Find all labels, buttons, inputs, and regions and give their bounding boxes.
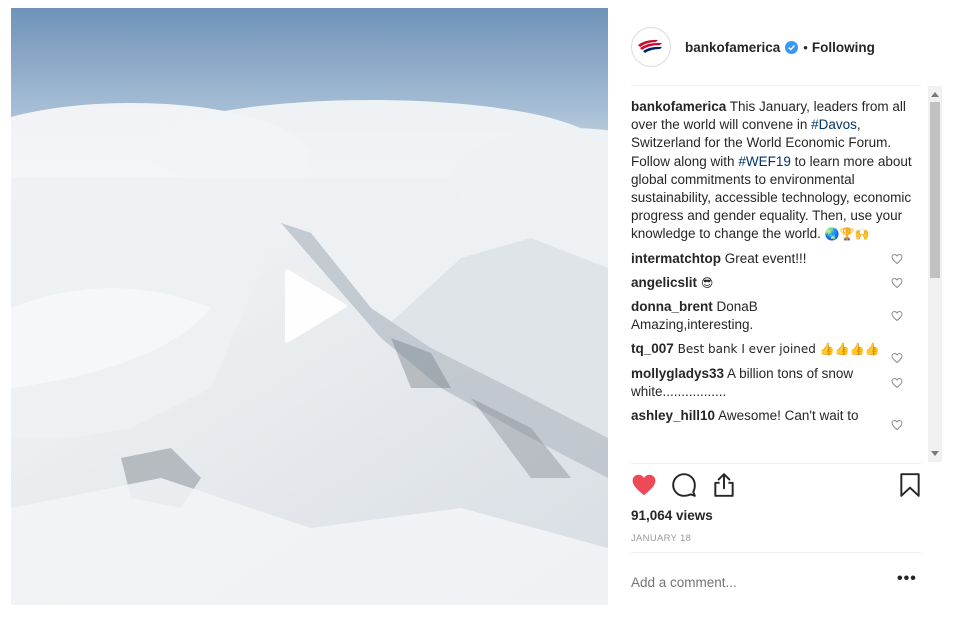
comment-username[interactable]: donna_brent <box>631 299 713 314</box>
comment: mollygladys33 A billion tons of snow whi… <box>631 365 921 401</box>
comment-text: 😎 <box>697 275 714 290</box>
comments-scrollbar[interactable] <box>928 86 942 462</box>
scroll-down-arrow-icon[interactable] <box>931 451 939 456</box>
more-options-icon[interactable]: ••• <box>897 570 917 588</box>
comment: angelicslit 😎 <box>631 274 921 292</box>
post-header: bankofamerica • Following <box>631 26 921 68</box>
share-icon[interactable] <box>711 472 737 498</box>
header-username[interactable]: bankofamerica <box>685 40 780 55</box>
heart-outline-icon[interactable] <box>891 253 903 265</box>
scrollbar-thumb[interactable] <box>930 102 940 278</box>
heart-outline-icon[interactable] <box>891 352 903 364</box>
comment: intermatchtop Great event!!! <box>631 250 921 268</box>
heart-outline-icon[interactable] <box>891 310 903 322</box>
play-icon[interactable] <box>281 266 351 346</box>
comment: ashley_hill10 Awesome! Can't wait to <box>631 407 921 431</box>
comment-username[interactable]: intermatchtop <box>631 251 721 266</box>
following-button[interactable]: Following <box>812 40 875 55</box>
comments-list[interactable]: bankofamerica This January, leaders from… <box>631 98 921 462</box>
divider <box>631 463 921 464</box>
caption-emojis: 🌏🏆🙌 <box>824 227 870 242</box>
comment-username[interactable]: ashley_hill10 <box>631 408 715 423</box>
hashtag-wef19[interactable]: #WEF19 <box>738 154 791 169</box>
bank-flag-logo <box>638 39 662 53</box>
scroll-up-arrow-icon[interactable] <box>931 92 939 97</box>
post-date[interactable]: JANUARY 18 <box>631 533 691 544</box>
comment-username[interactable]: mollygladys33 <box>631 366 724 381</box>
header-separator: • <box>803 39 808 55</box>
divider <box>631 552 921 553</box>
avatar[interactable] <box>631 27 671 67</box>
divider <box>631 85 921 86</box>
post-panel: bankofamerica • Following bankofamerica … <box>631 0 921 636</box>
view-count[interactable]: 91,064 views <box>631 508 713 523</box>
comment: donna_brent DonaB Amazing,interesting. <box>631 298 921 334</box>
post-video[interactable] <box>11 8 608 605</box>
heart-icon[interactable] <box>631 472 657 498</box>
caption-username[interactable]: bankofamerica <box>631 99 726 114</box>
heart-outline-icon[interactable] <box>891 419 903 431</box>
verified-badge-icon <box>785 40 799 54</box>
comment-text: Best bank I ever joined 👍👍👍👍 <box>673 342 880 357</box>
speech-bubble-icon[interactable] <box>671 472 697 498</box>
bookmark-icon[interactable] <box>897 472 923 498</box>
action-bar <box>631 472 921 502</box>
caption: bankofamerica This January, leaders from… <box>631 98 921 244</box>
comment-text: Awesome! Can't wait to <box>715 408 859 424</box>
hashtag-davos[interactable]: #Davos <box>811 117 857 132</box>
comment-username[interactable]: angelicslit <box>631 275 697 290</box>
add-comment-input[interactable] <box>631 573 871 591</box>
heart-outline-icon[interactable] <box>891 277 903 289</box>
comment: tq_007 Best bank I ever joined 👍👍👍👍 <box>631 340 921 364</box>
heart-outline-icon[interactable] <box>891 377 903 389</box>
comment-username[interactable]: tq_007 <box>631 341 674 356</box>
comment-text: Great event!!! <box>721 250 807 266</box>
